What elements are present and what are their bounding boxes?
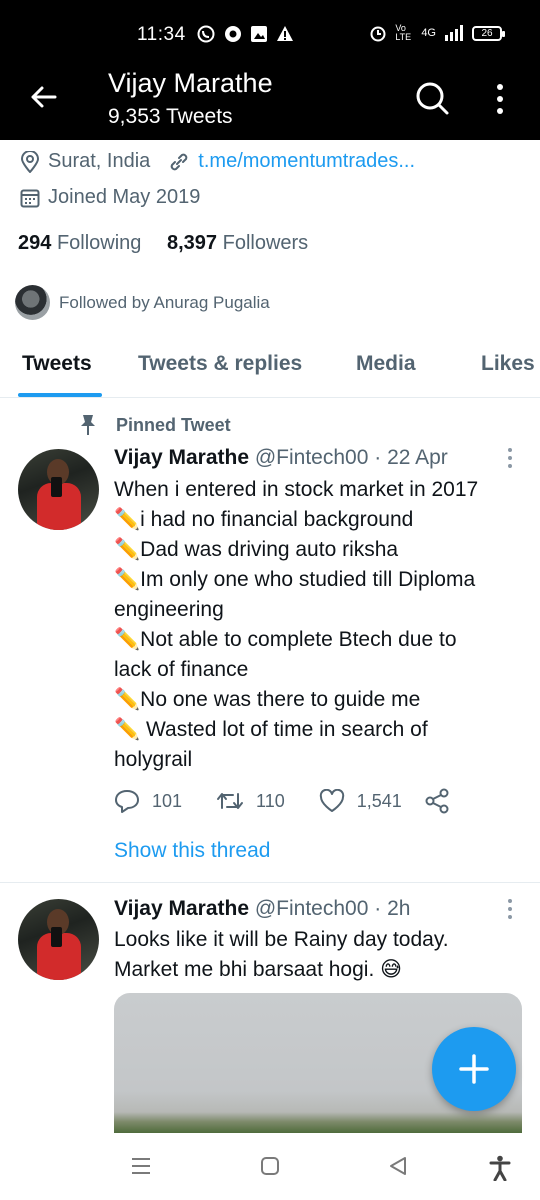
retweet-button[interactable]: 110 [216,790,285,812]
calendar-icon [20,189,40,207]
header-tweet-count: 9,353 Tweets [108,105,233,128]
heart-icon [319,789,344,812]
tweet-line: Market me bhi barsaat hogi. 😅 [114,958,403,981]
pin-icon [81,415,95,435]
tab-tweets-replies[interactable]: Tweets & replies [138,352,302,376]
tweet-line: Looks like it will be Rainy day today. [114,928,449,951]
tweet-more-icon[interactable] [506,898,514,920]
battery-icon: 26 [472,25,505,41]
following-count: 294 [18,232,52,254]
tweet-line: ✏️Dad was driving auto riksha [114,538,399,561]
tweet-author-line: Vijay Marathe @Fintech00 · 2h [114,897,410,921]
alarm-icon [370,26,386,42]
plus-icon [459,1054,489,1084]
back-icon[interactable] [387,1155,409,1177]
tweet-line: ✏️No one was there to guide me [114,688,421,711]
retweet-icon [217,793,244,809]
like-count: 1,541 [356,790,402,811]
tweet-line: holygrail [114,748,193,771]
status-bar: 11:34 Vo LTE 4G 26 [0,0,540,60]
volte-label: Vo LTE [395,23,412,42]
tweet-text: Looks like it will be Rainy day today. M… [114,925,514,985]
followed-by-text: Followed by Anurag Pugalia [59,292,270,312]
tweet-line: ✏️Im only one who studied till Diploma [114,568,476,591]
reply-button[interactable]: 101 [114,789,182,813]
status-right-group: Vo LTE 4G 26 [369,23,505,42]
tweet-divider [0,882,540,883]
location-pin-icon [20,150,40,173]
pinned-label: Pinned Tweet [116,414,231,435]
system-nav-bar [0,1133,540,1200]
accessibility-icon[interactable] [488,1155,512,1181]
profile-joined-row: Joined May 2019 [20,186,200,209]
active-tab-indicator [18,393,102,397]
tweet-author-name[interactable]: Vijay Marathe [114,897,249,920]
tab-likes[interactable]: Likes [481,352,535,376]
tweet-text: When i entered in stock market in 2017 ✏… [114,475,514,775]
pinned-label-row: Pinned Tweet [78,414,231,436]
home-icon[interactable] [259,1155,281,1177]
search-icon[interactable] [414,80,450,116]
tweet-avatar[interactable] [18,449,99,530]
back-arrow-icon[interactable] [28,82,58,112]
profile-location-row: Surat, India t.me/momentumtrades... [20,150,415,173]
recent-apps-icon[interactable] [130,1155,152,1177]
profile-joined: Joined May 2019 [48,186,201,208]
reply-count: 101 [152,790,183,811]
tab-media[interactable]: Media [356,352,416,376]
network-label: 4G [421,27,436,39]
tweet-line: lack of finance [114,658,249,681]
gallery-icon [251,26,267,42]
following-label: Following [56,232,142,254]
share-icon[interactable] [424,788,450,814]
tweet-line: engineering [114,598,224,621]
following-link[interactable]: 294 Following [18,232,141,254]
tweet-author-line: Vijay Marathe @Fintech00 · 22 Apr [114,446,448,470]
warning-icon [277,26,293,41]
follow-counts: 294 Following 8,397 Followers [18,232,308,255]
profile-link[interactable]: t.me/momentumtrades... [198,150,415,173]
tweet-handle-time: @Fintech00 · 2h [254,897,411,920]
tweet-line: When i entered in stock market in 2017 [114,478,479,501]
profile-tabs: Tweets Tweets & replies Media Likes [0,340,540,398]
tab-tweets[interactable]: Tweets [22,352,92,376]
show-thread-link[interactable]: Show this thread [114,839,270,863]
tweet-line: ✏️i had no financial background [114,508,414,531]
more-options-icon[interactable] [490,82,510,116]
signal-icon [445,25,463,41]
status-time: 11:34 [137,24,186,45]
tweet-line: ✏️ Wasted lot of time in search of [114,718,428,741]
followers-label: Followers [222,232,309,254]
chrome-icon [225,26,241,42]
followers-link[interactable]: 8,397 Followers [167,232,308,254]
follower-avatar [15,285,50,320]
tweet-line: ✏️Not able to complete Btech due to [114,628,457,651]
retweet-count: 110 [256,790,285,811]
whatsapp-icon [197,25,215,43]
profile-location: Surat, India [48,150,151,172]
reply-icon [115,790,139,813]
compose-tweet-button[interactable] [432,1027,516,1111]
profile-header: Vijay Marathe 9,353 Tweets [0,60,540,140]
tweet-handle-time: @Fintech00 · 22 Apr [254,446,448,469]
tweet-more-icon[interactable] [506,447,514,469]
battery-level: 26 [481,27,493,39]
followers-count: 8,397 [166,232,218,254]
tweet-actions: 101 110 1,541 [114,788,450,814]
header-name: Vijay Marathe [108,68,273,98]
like-button[interactable]: 1,541 [319,789,402,813]
link-icon [171,153,188,170]
tweet-avatar[interactable] [18,899,99,980]
tweet-author-name[interactable]: Vijay Marathe [114,446,249,469]
followed-by-row[interactable]: Followed by Anurag Pugalia [15,285,270,320]
